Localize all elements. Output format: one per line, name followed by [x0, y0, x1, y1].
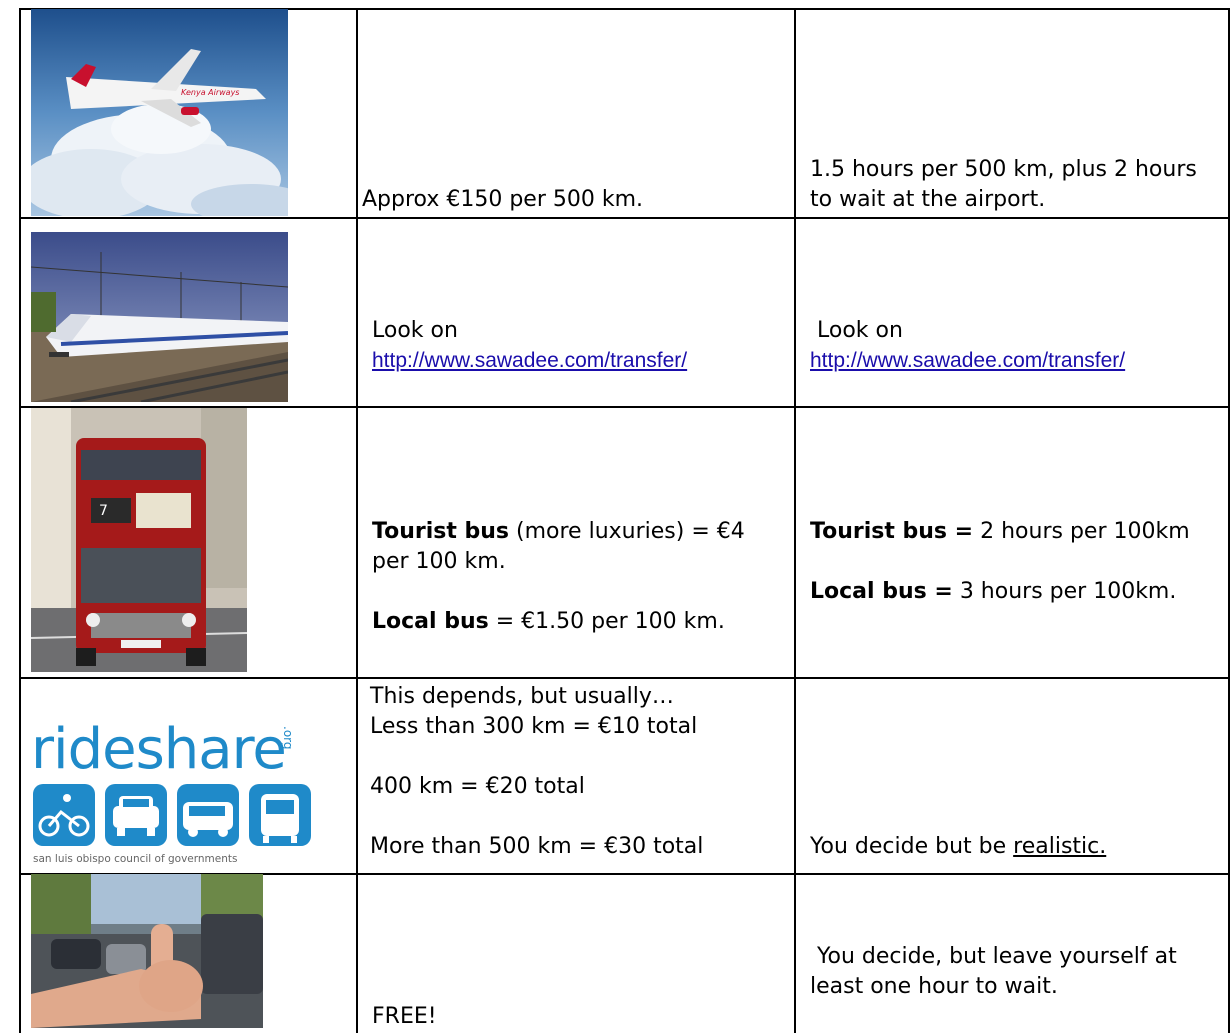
bus-time-local: Local bus = 3 hours per 100km.	[810, 579, 1177, 604]
rideshare-time: You decide but be realistic.	[810, 832, 1225, 862]
train-cost: Look on http://www.sawadee.com/transfer/	[372, 316, 792, 376]
train-photo	[31, 232, 288, 402]
rideshare-caption: san luis obispo council of governments	[33, 853, 238, 865]
rideshare-cost-line4: More than 500 km = €30 total	[370, 834, 704, 859]
bus-time: Tourist bus = 2 hours per 100km Local bu…	[810, 517, 1200, 607]
hitchhiking-cost: FREE!	[372, 1002, 792, 1032]
airplane-cost-text: Approx €150 per 500 km.	[362, 187, 644, 212]
airplane-time: 1.5 hours per 500 km, plus 2 hours to wa…	[810, 155, 1220, 215]
rideshare-cost-line1: This depends, but usually…	[370, 684, 674, 709]
train-time: Look on http://www.sawadee.com/transfer/	[810, 316, 1225, 376]
hitchhiking-time: You decide, but leave yourself at least …	[810, 942, 1215, 1002]
rideshare-cost-line2: Less than 300 km = €10 total	[370, 714, 698, 739]
bus-cost-local: Local bus = €1.50 per 100 km.	[372, 609, 725, 634]
rideshare-cost-line3: 400 km = €20 total	[370, 774, 585, 799]
train-time-link[interactable]: http://www.sawadee.com/transfer/	[810, 349, 1125, 372]
train-cost-link[interactable]: http://www.sawadee.com/transfer/	[372, 349, 687, 372]
row-divider-1	[19, 217, 1230, 219]
train-cost-prefix: Look on	[372, 318, 458, 343]
rideshare-logo: rideshare .org san luis obispo council o…	[31, 720, 316, 870]
row-divider-3	[19, 677, 1230, 679]
rideshare-wordmark: rideshare	[31, 720, 287, 782]
rideshare-time-prefix: You decide but be	[810, 834, 1014, 859]
bus-cost: Tourist bus (more luxuries) = €4 per 100…	[372, 517, 782, 637]
svg-text:Kenya Airways: Kenya Airways	[181, 88, 239, 97]
hitchhiking-time-text: You decide, but leave yourself at least …	[810, 944, 1184, 999]
hitchhiking-photo	[31, 874, 263, 1028]
airplane-cost: Approx €150 per 500 km.	[362, 185, 787, 215]
bus-cost-tourist: Tourist bus (more luxuries) = €4 per 100…	[372, 519, 745, 574]
bus-time-tourist: Tourist bus = 2 hours per 100km	[810, 519, 1190, 544]
svg-text:7: 7	[99, 503, 108, 519]
train-time-prefix: Look on	[810, 318, 903, 343]
hitchhiking-cost-text: FREE!	[372, 1004, 437, 1029]
airplane-time-text: 1.5 hours per 500 km, plus 2 hours to wa…	[810, 157, 1197, 212]
table-border-col1	[356, 8, 358, 1033]
table-border-left	[19, 8, 21, 1033]
rideshare-cost: This depends, but usually… Less than 300…	[370, 682, 790, 862]
rideshare-time-underlined: realistic.	[1013, 834, 1107, 859]
table-border-right	[1228, 8, 1230, 1033]
rideshare-org: .org	[281, 726, 295, 750]
table-border-col2	[794, 8, 796, 1033]
bus-photo: 7	[31, 408, 247, 672]
airplane-photo: Kenya Airways	[31, 9, 288, 216]
